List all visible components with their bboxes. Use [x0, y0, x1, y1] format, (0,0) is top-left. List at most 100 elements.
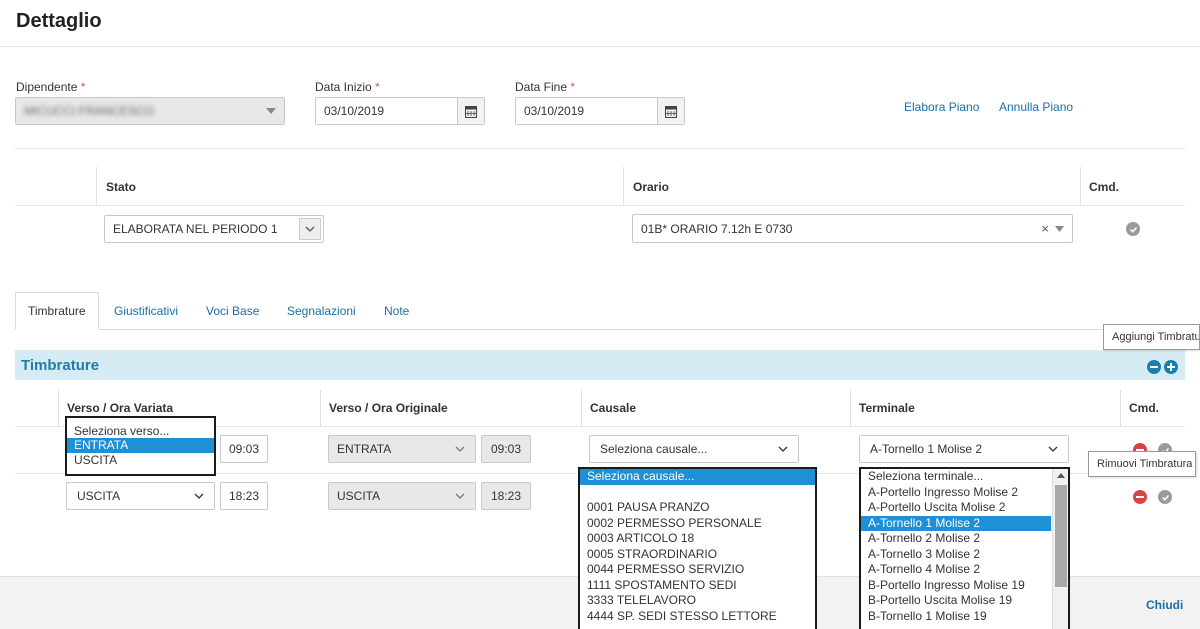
stato-header: Stato — [106, 180, 136, 194]
causale-option[interactable]: Seleziona causale... — [580, 469, 815, 485]
minus-icon — [1136, 496, 1144, 498]
remove-stamp-button[interactable] — [1133, 490, 1147, 504]
confirm-check-icon[interactable] — [1126, 222, 1140, 236]
employee-value: MICUCCI FRANCESCO — [24, 104, 155, 118]
table-header-divider — [15, 205, 1185, 206]
end-date-label: Data Fine * — [515, 80, 575, 94]
confirm-check-icon[interactable] — [1158, 490, 1172, 504]
verso-originale-select: ENTRATA — [328, 435, 476, 463]
column-divider — [850, 390, 851, 426]
causale-value: Seleziona causale... — [600, 442, 708, 456]
terminale-option[interactable]: B-Portello Uscita Molise 19 — [861, 593, 1051, 609]
causale-header: Causale — [590, 401, 637, 415]
causale-option[interactable]: 1111 SPOSTAMENTO SEDI — [580, 578, 815, 594]
column-divider — [1120, 390, 1121, 426]
start-date-value: 03/10/2019 — [324, 104, 385, 118]
required-mark: * — [80, 80, 86, 94]
header-divider — [0, 46, 1200, 47]
stato-value: ELABORATA NEL PERIODO 1 — [113, 222, 278, 236]
ora-originale-value: 18:23 — [481, 482, 531, 510]
causale-option[interactable]: 3333 TELELAVORO — [580, 593, 815, 609]
terminale-option[interactable]: B-Tornello 1 Molise 19 — [861, 609, 1051, 625]
orario-select[interactable]: 01B* ORARIO 7.12h E 0730 × — [632, 214, 1073, 243]
chevron-down-icon — [455, 493, 465, 499]
stato-select[interactable]: ELABORATA NEL PERIODO 1 — [104, 215, 324, 243]
scrollbar-thumb[interactable] — [1055, 485, 1067, 587]
terminale-select[interactable]: A-Tornello 1 Molise 2 — [859, 435, 1069, 463]
verso-variata-select[interactable]: USCITA — [66, 482, 215, 510]
scroll-up-arrow-icon[interactable] — [1057, 473, 1065, 478]
end-date-value: 03/10/2019 — [524, 104, 585, 118]
ora-originale-value: 09:03 — [481, 435, 531, 463]
add-stamp-tooltip: Aggiungi Timbratura — [1103, 324, 1200, 350]
tab-giustificativi[interactable]: Giustificativi — [114, 304, 178, 318]
tab-segnalazioni[interactable]: Segnalazioni — [287, 304, 356, 318]
causale-option[interactable]: 4444 SP. SEDI STESSO LETTORE — [580, 609, 815, 625]
verso-dropdown-list[interactable]: Seleziona verso... ENTRATA USCITA — [65, 416, 216, 476]
causale-option[interactable]: 0003 ARTICOLO 18 — [580, 531, 815, 547]
cmd-header: Cmd. — [1129, 401, 1159, 415]
start-calendar-button[interactable] — [457, 98, 484, 124]
column-divider — [58, 390, 59, 426]
verso-option[interactable]: ENTRATA — [67, 438, 214, 453]
employee-select[interactable]: MICUCCI FRANCESCO — [15, 97, 285, 125]
end-date-input[interactable]: 03/10/2019 — [515, 97, 685, 125]
causale-select[interactable]: Seleziona causale... — [589, 435, 799, 463]
terminale-option[interactable]: A-Portello Uscita Molise 2 — [861, 500, 1051, 516]
chevron-down-icon — [455, 446, 465, 452]
verso-variata-value: USCITA — [77, 489, 121, 503]
plus-icon — [1167, 363, 1175, 371]
tabs-divider — [15, 329, 1185, 330]
end-calendar-button[interactable] — [657, 98, 684, 124]
end-date-label-text: Data Fine — [515, 80, 568, 94]
causale-option[interactable]: 0044 PERMESSO SERVIZIO — [580, 562, 815, 578]
verso-originale-header: Verso / Ora Originale — [329, 401, 448, 415]
terminale-option[interactable]: A-Tornello 3 Molise 2 — [861, 547, 1051, 563]
orario-header: Orario — [633, 180, 670, 194]
start-date-label: Data Inizio * — [315, 80, 380, 94]
terminale-dropdown-list[interactable]: Seleziona terminale... A-Portello Ingres… — [859, 467, 1070, 629]
tab-voci-base[interactable]: Voci Base — [206, 304, 259, 318]
chevron-down-icon — [778, 446, 788, 452]
causale-option[interactable]: 0001 PAUSA PRANZO — [580, 500, 815, 516]
terminale-option[interactable]: A-Tornello 4 Molise 2 — [861, 562, 1051, 578]
chevron-down-icon — [305, 226, 315, 232]
ora-variata-input[interactable]: 18:23 — [220, 482, 268, 510]
terminale-value: A-Tornello 1 Molise 2 — [870, 442, 983, 456]
elabora-piano-link[interactable]: Elabora Piano — [904, 100, 979, 114]
clear-icon[interactable]: × — [1041, 221, 1049, 236]
column-divider — [1080, 167, 1081, 205]
terminale-option[interactable]: B-Portello Ingresso Molise 19 — [861, 578, 1051, 594]
start-date-input[interactable]: 03/10/2019 — [315, 97, 485, 125]
tab-note[interactable]: Note — [384, 304, 409, 318]
annulla-piano-link[interactable]: Annulla Piano — [999, 100, 1073, 114]
filters-divider — [15, 148, 1185, 149]
verso-variata-header: Verso / Ora Variata — [67, 401, 174, 415]
required-mark: * — [375, 80, 380, 94]
causale-option[interactable] — [580, 485, 815, 501]
caret-down-icon — [1055, 225, 1064, 232]
causale-option[interactable]: 0002 PERMESSO PERSONALE — [580, 516, 815, 532]
causale-dropdown-list[interactable]: Seleziona causale... 0001 PAUSA PRANZO 0… — [578, 467, 817, 629]
close-link[interactable]: Chiudi — [1146, 598, 1183, 612]
stato-dropdown-button[interactable] — [299, 218, 321, 240]
causale-option[interactable]: 0005 STRAORDINARIO — [580, 547, 815, 563]
terminale-scrollbar[interactable] — [1052, 469, 1068, 629]
calendar-icon — [665, 105, 677, 118]
terminale-option[interactable]: A-Portello Ingresso Molise 2 — [861, 485, 1051, 501]
tab-timbrature[interactable]: Timbrature — [15, 292, 99, 330]
calendar-icon — [465, 105, 477, 118]
collapse-icon[interactable] — [1147, 360, 1161, 374]
timbrature-section-banner — [15, 350, 1185, 380]
terminale-option[interactable]: A-Tornello 2 Molise 2 — [861, 531, 1051, 547]
cmd-header: Cmd. — [1089, 180, 1119, 194]
terminale-option[interactable]: A-Tornello 1 Molise 2 — [861, 515, 1051, 531]
add-stamp-button[interactable] — [1164, 360, 1178, 374]
verso-option[interactable]: USCITA — [67, 453, 214, 468]
ora-variata-input[interactable]: 09:03 — [220, 435, 268, 463]
terminale-option[interactable]: Seleziona terminale... — [861, 469, 1051, 485]
start-date-label-text: Data Inizio — [315, 80, 372, 94]
verso-originale-value: USCITA — [337, 489, 381, 503]
employee-label-text: Dipendente — [16, 80, 78, 94]
verso-option[interactable]: Seleziona verso... — [67, 424, 214, 438]
